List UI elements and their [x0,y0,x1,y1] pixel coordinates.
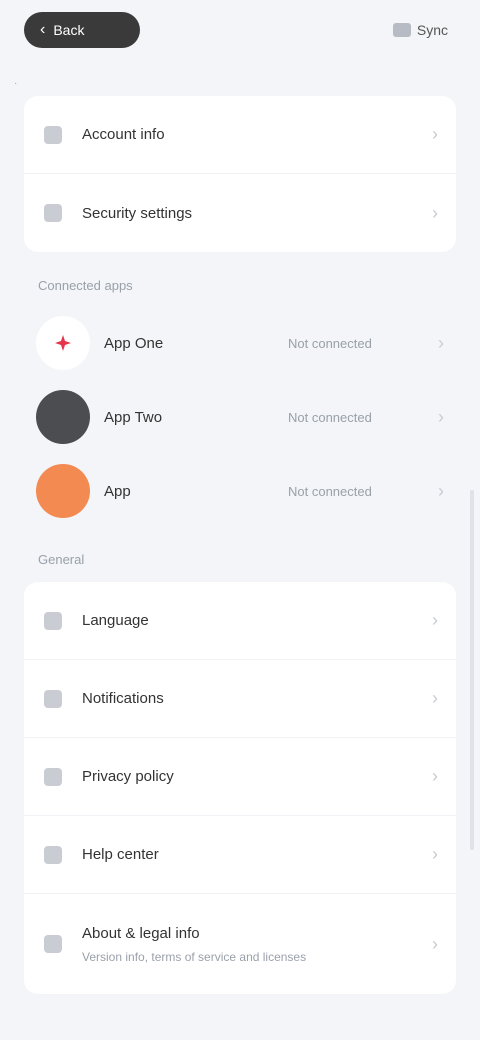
shield-icon [44,204,62,222]
chevron-right-icon: › [432,766,438,786]
app-one-icon [55,335,71,351]
chevron-left-icon: ‹ [40,21,46,38]
security-settings-row[interactable]: Security settings › [24,174,456,252]
row-label: Help center [82,846,159,863]
app-row-2[interactable]: App Two Not connected › [0,380,480,454]
app-row-1[interactable]: App One Not connected › [0,306,480,380]
chevron-right-icon: › [432,933,438,954]
connected-apps-title: Connected apps [38,278,133,293]
chevron-right-icon: › [438,480,444,501]
chevron-right-icon: › [432,124,438,144]
chevron-right-icon: › [432,202,438,223]
bell-icon [44,689,62,708]
about-legal-row[interactable]: About & legal info Version info, terms o… [24,894,456,994]
language-row[interactable]: Language › [24,582,456,660]
app-name: App One [104,334,164,352]
back-button[interactable]: ‹ Back [24,12,140,48]
app-one-logo [36,316,90,370]
row-label: Privacy policy [82,768,174,785]
app-status: Not connected [288,483,372,499]
about-legal-text: About & legal info Version info, terms o… [82,925,432,964]
back-label: Back [53,22,85,38]
user-icon [44,125,62,144]
chevron-right-icon: › [432,610,438,630]
scrollbar[interactable] [470,490,474,850]
app-name: App Two [104,408,163,426]
chevron-right-icon: › [438,406,444,427]
app-three-logo [36,464,90,518]
globe-icon [44,611,62,630]
help-center-row[interactable]: Help center › [24,816,456,894]
row-label: Security settings [82,204,193,222]
account-card: Account info › Security settings › [24,96,456,252]
app-status: Not connected [288,335,372,351]
general-card: Language › Notifications › Privacy polic… [24,582,456,994]
row-label: Notifications [82,690,164,707]
sync-icon [392,23,411,37]
sync-button[interactable]: Sync [392,18,448,42]
app-two-logo [36,390,90,444]
chevron-right-icon: › [438,332,444,353]
about-legal-title: About & legal info [82,924,200,942]
notifications-row[interactable]: Notifications › [24,660,456,738]
lock-icon [44,767,62,786]
app-row-3[interactable]: App Not connected › [0,454,480,528]
sync-label: Sync [416,22,448,38]
about-legal-subtitle: Version info, terms of service and licen… [82,949,307,964]
row-label: Language [82,612,149,629]
app-name: App [104,482,131,500]
chevron-right-icon: › [432,844,438,864]
help-icon [44,845,62,864]
general-title: General [38,552,85,567]
info-icon [44,935,62,953]
chevron-right-icon: › [432,688,438,708]
row-label: Account info [82,126,165,143]
account-info-row[interactable]: Account info › [24,96,456,174]
privacy-policy-row[interactable]: Privacy policy › [24,738,456,816]
app-status: Not connected [288,409,372,425]
top-bar: ‹ Back Sync [0,0,480,64]
header-caption: · [14,78,18,89]
